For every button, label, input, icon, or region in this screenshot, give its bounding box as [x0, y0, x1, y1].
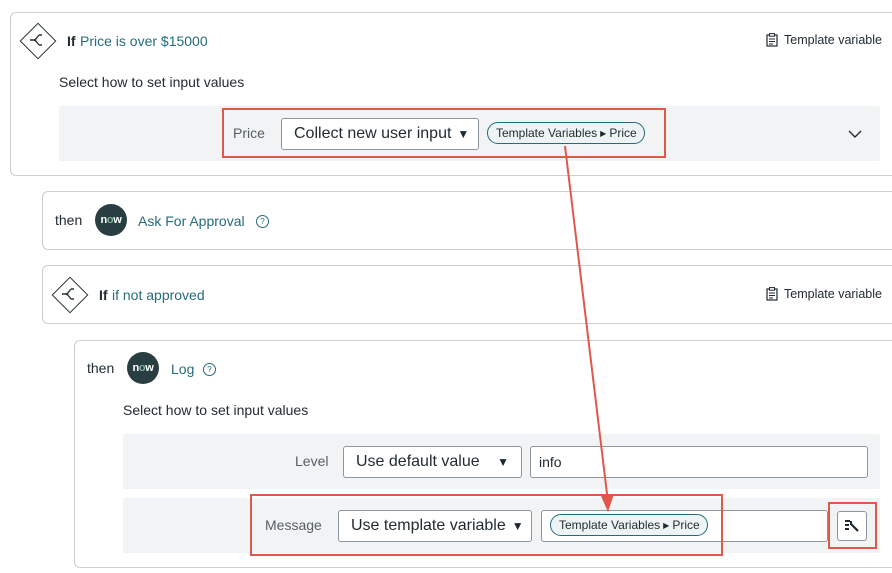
arrow-connector	[564, 145, 614, 512]
